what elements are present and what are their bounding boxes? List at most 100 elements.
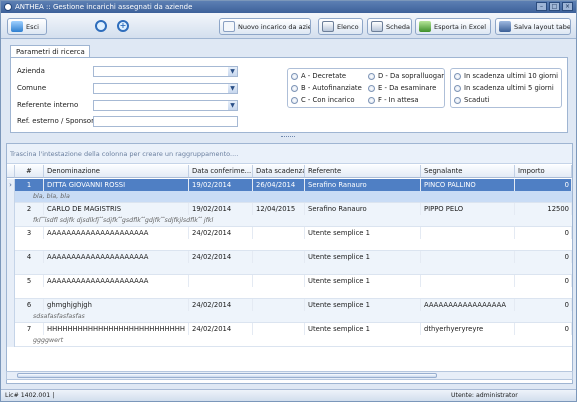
new-assignment-button[interactable]: Nuovo incarico da azienda xyxy=(219,18,311,35)
row-selector[interactable] xyxy=(7,227,15,251)
column-header-segnalante[interactable]: Segnalante xyxy=(421,165,515,178)
list-button[interactable]: Elenco xyxy=(318,18,363,35)
current-row-indicator-icon[interactable]: › xyxy=(7,179,15,203)
horizontal-scrollbar[interactable] xyxy=(6,371,573,380)
table-cell-segn[interactable]: PINCO PALLINO xyxy=(421,179,515,191)
status-e-radio[interactable]: E - Da esaminare xyxy=(368,84,444,92)
minimize-icon[interactable]: – xyxy=(536,2,547,11)
table-cell-imp[interactable]: 12500 xyxy=(515,203,572,215)
table-cell-ref[interactable]: Utente semplice 1 xyxy=(305,323,421,335)
column-header-number[interactable]: # xyxy=(15,165,44,178)
table-cell-segn[interactable] xyxy=(421,227,515,239)
row-selector[interactable] xyxy=(7,323,15,347)
table-cell-segn[interactable]: AAAAAAAAAAAAAAAAA xyxy=(421,299,515,311)
table-cell-conf[interactable]: 19/02/2014 xyxy=(189,203,253,215)
table-cell-segn[interactable]: dthyerhyeryreyre xyxy=(421,323,515,335)
table-cell-num[interactable]: 6 xyxy=(15,299,44,311)
table-cell-ref[interactable]: Utente semplice 1 xyxy=(305,227,421,239)
table-row[interactable]: 6 ghmghjghjgh 24/02/2014 Utente semplice 1A… xyxy=(7,299,572,323)
table-cell-name[interactable]: CARLO DE MAGISTRIS xyxy=(44,203,189,215)
table-cell-imp[interactable]: 0 xyxy=(515,251,572,263)
deadline-10-radio[interactable]: In scadenza ultimi 10 giorni xyxy=(454,72,561,80)
table-cell-imp[interactable]: 0 xyxy=(515,275,572,287)
table-cell-scad[interactable] xyxy=(253,323,305,335)
zoom-out-button[interactable]: + xyxy=(115,17,131,35)
table-cell-conf[interactable]: 24/02/2014 xyxy=(189,251,253,263)
table-cell-name[interactable]: AAAAAAAAAAAAAAAAAAAAA xyxy=(44,251,189,263)
chevron-down-icon[interactable]: ▼ xyxy=(228,84,237,93)
table-cell-conf[interactable]: 24/02/2014 xyxy=(189,323,253,335)
table-cell-name[interactable]: DITTA GIOVANNI ROSSI xyxy=(44,179,189,191)
zoom-in-button[interactable] xyxy=(93,17,109,35)
save-layout-button[interactable]: Salva layout tabella xyxy=(495,18,571,35)
table-cell-scad[interactable] xyxy=(253,251,305,263)
table-cell-num[interactable]: 1 xyxy=(15,179,44,191)
table-cell-conf[interactable]: 24/02/2014 xyxy=(189,227,253,239)
column-header-amount[interactable]: Importo xyxy=(515,165,572,178)
table-cell-name[interactable]: HHHHHHHHHHHHHHHHHHHHHHHHHHH xyxy=(44,323,189,335)
table-row[interactable]: › 1 DITTA GIOVANNI ROSSI 19/02/2014 26/04/20… xyxy=(7,179,572,203)
status-a-radio[interactable]: A - Decretate xyxy=(291,72,367,80)
column-header-conferment[interactable]: Data conferime... xyxy=(189,165,253,178)
panel-splitter[interactable] xyxy=(1,135,576,140)
row-selector[interactable] xyxy=(7,275,15,299)
table-cell-scad[interactable] xyxy=(253,275,305,287)
maximize-icon[interactable]: □ xyxy=(549,2,560,11)
chevron-down-icon[interactable]: ▼ xyxy=(228,101,237,110)
table-cell-num[interactable]: 7 xyxy=(15,323,44,335)
close-icon[interactable]: × xyxy=(562,2,573,11)
table-cell-conf[interactable]: 19/02/2014 xyxy=(189,179,253,191)
table-cell-scad[interactable] xyxy=(253,299,305,311)
table-row[interactable]: 3 AAAAAAAAAAAAAAAAAAAAA 24/02/2014 Utente s… xyxy=(7,227,572,251)
table-cell-scad[interactable]: 26/04/2014 xyxy=(253,179,305,191)
table-cell-scad[interactable]: 12/04/2015 xyxy=(253,203,305,215)
deadline-5-radio[interactable]: In scadenza ultimi 5 giorni xyxy=(454,84,561,92)
table-cell-imp[interactable]: 0 xyxy=(515,323,572,335)
table-cell-segn[interactable] xyxy=(421,251,515,263)
table-cell-ref[interactable]: Serafino Ranauro xyxy=(305,203,421,215)
table-row[interactable]: 5 AAAAAAAAAAAAAAAAAAAAA Utente semplice 1 0 xyxy=(7,275,572,299)
status-f-radio[interactable]: F - In attesa xyxy=(368,96,444,104)
table-row[interactable]: 7 HHHHHHHHHHHHHHHHHHHHHHHHHHH 24/02/2014 Ut… xyxy=(7,323,572,347)
table-cell-num[interactable]: 2 xyxy=(15,203,44,215)
table-row[interactable]: 2 CARLO DE MAGISTRIS 19/02/2014 12/04/2015 S… xyxy=(7,203,572,227)
table-row[interactable]: 4 AAAAAAAAAAAAAAAAAAAAA 24/02/2014 Utente s… xyxy=(7,251,572,275)
table-cell-ref[interactable]: Utente semplice 1 xyxy=(305,251,421,263)
table-cell-ref[interactable]: Serafino Ranauro xyxy=(305,179,421,191)
status-c-radio[interactable]: C - Con incarico xyxy=(291,96,367,104)
export-excel-button[interactable]: Esporta in Excel xyxy=(415,18,491,35)
table-cell-num[interactable]: 4 xyxy=(15,251,44,263)
table-cell-name[interactable]: AAAAAAAAAAAAAAAAAAAAA xyxy=(44,227,189,239)
table-cell-ref[interactable]: Utente semplice 1 xyxy=(305,275,421,287)
status-b-radio[interactable]: B - Autofinanziate xyxy=(291,84,367,92)
chevron-down-icon[interactable]: ▼ xyxy=(228,67,237,76)
table-cell-segn[interactable]: PIPPO PELO xyxy=(421,203,515,215)
table-cell-name[interactable]: ghmghjghjgh xyxy=(44,299,189,311)
table-cell-num[interactable]: 5 xyxy=(15,275,44,287)
row-selector[interactable] xyxy=(7,251,15,275)
expired-radio[interactable]: Scaduti xyxy=(454,96,561,104)
table-cell-scad[interactable] xyxy=(253,227,305,239)
table-cell-imp[interactable]: 0 xyxy=(515,179,572,191)
ref-esterno-input[interactable] xyxy=(93,116,238,127)
table-cell-name[interactable]: AAAAAAAAAAAAAAAAAAAAA xyxy=(44,275,189,287)
column-header-name[interactable]: Denominazione xyxy=(44,165,189,178)
table-cell-num[interactable]: 3 xyxy=(15,227,44,239)
referente-select[interactable]: ▼ xyxy=(93,100,238,111)
table-cell-conf[interactable]: 24/02/2014 xyxy=(189,299,253,311)
row-selector[interactable] xyxy=(7,299,15,323)
row-selector[interactable] xyxy=(7,203,15,227)
column-header-deadline[interactable]: Data scadenza xyxy=(253,165,305,178)
azienda-select[interactable]: ▼ xyxy=(93,66,238,77)
exit-button[interactable]: Esci xyxy=(7,18,47,35)
table-cell-ref[interactable]: Utente semplice 1 xyxy=(305,299,421,311)
column-header-referente[interactable]: Referente xyxy=(305,165,421,178)
scroll-thumb[interactable] xyxy=(17,373,437,378)
status-d-radio[interactable]: D - Da sopralluogare xyxy=(368,72,444,80)
card-button[interactable]: Scheda xyxy=(367,18,412,35)
table-cell-imp[interactable]: 0 xyxy=(515,227,572,239)
table-cell-segn[interactable] xyxy=(421,275,515,287)
comune-select[interactable]: ▼ xyxy=(93,83,238,94)
table-cell-imp[interactable]: 0 xyxy=(515,299,572,311)
group-by-hint[interactable]: Trascina l'intestazione della colonna pe… xyxy=(7,144,572,164)
